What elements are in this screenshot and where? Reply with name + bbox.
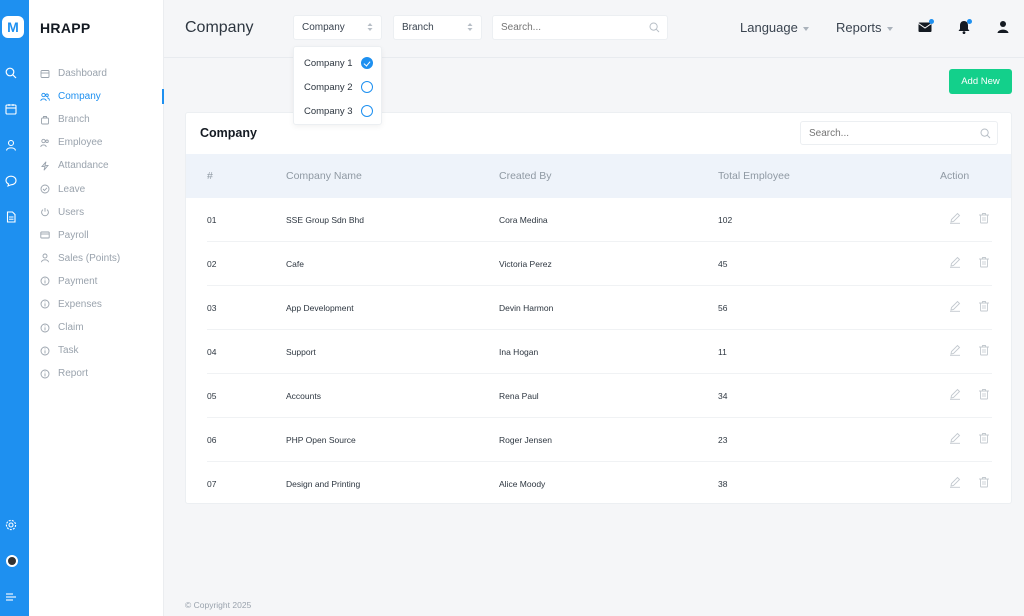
check-circle-icon (40, 184, 50, 194)
trash-icon[interactable] (978, 388, 990, 400)
users-icon (40, 92, 50, 102)
edit-icon[interactable] (949, 300, 961, 312)
company-table-card: Company # Company Name Created By Total … (185, 112, 1012, 504)
menu-icon[interactable] (5, 591, 17, 603)
card-title: Company (200, 126, 257, 140)
trash-icon[interactable] (978, 300, 990, 312)
employee-icon (40, 138, 50, 148)
trash-icon[interactable] (978, 344, 990, 356)
table-row[interactable]: 06 PHP Open Source Roger Jensen 23 (207, 418, 992, 462)
sidebar-item-company[interactable]: Company (29, 85, 164, 108)
add-new-button[interactable]: Add New (949, 69, 1012, 94)
sidebar-nav: Dashboard Company Branch Employee Attand… (29, 62, 164, 385)
edit-icon[interactable] (949, 256, 961, 268)
sidebar-item-report[interactable]: Report (29, 362, 164, 385)
column-header: Action (940, 170, 970, 182)
sidebar-item-branch[interactable]: Branch (29, 108, 164, 131)
sidebar-item-employee[interactable]: Employee (29, 131, 164, 154)
trash-icon[interactable] (978, 476, 990, 488)
notification-dot (967, 19, 972, 24)
sidebar-item-payroll[interactable]: Payroll (29, 224, 164, 247)
power-icon (40, 207, 50, 217)
profile-icon[interactable] (995, 19, 1011, 35)
user-icon[interactable] (5, 139, 17, 151)
table-search-input[interactable] (809, 128, 969, 139)
avatar[interactable] (6, 555, 18, 567)
notification-dot (929, 19, 934, 24)
table-row[interactable]: 07 Design and Printing Alice Moody 38 (207, 462, 992, 506)
table-row[interactable]: 04 Support Ina Hogan 11 (207, 330, 992, 374)
trash-icon[interactable] (978, 212, 990, 224)
footer-copyright: © Copyright 2025 (185, 600, 252, 610)
document-icon[interactable] (5, 211, 17, 223)
edit-icon[interactable] (949, 388, 961, 400)
company-dropdown: Company 1 Company 2 Company 3 (293, 46, 382, 125)
table-header: # Company Name Created By Total Employee… (186, 154, 1011, 198)
column-header[interactable]: Created By (499, 170, 552, 182)
sort-arrows-icon (467, 23, 473, 31)
sidebar-item-dashboard[interactable]: Dashboard (29, 62, 164, 85)
user-icon (40, 253, 50, 263)
sidebar-item-claim[interactable]: Claim (29, 316, 164, 339)
sidebar-item-task[interactable]: Task (29, 339, 164, 362)
company-select[interactable]: Company (293, 15, 382, 40)
branch-icon (40, 115, 50, 125)
company-option-2[interactable]: Company 2 (304, 79, 376, 95)
info-icon (40, 323, 50, 333)
reports-menu[interactable]: Reports (836, 20, 893, 35)
page-title: Company (185, 19, 254, 36)
search-icon[interactable] (5, 67, 17, 79)
branch-select[interactable]: Branch (393, 15, 482, 40)
column-header: # (207, 170, 213, 182)
language-menu[interactable]: Language (740, 20, 809, 35)
bolt-icon (40, 161, 50, 171)
company-option-3[interactable]: Company 3 (304, 103, 376, 119)
search-icon[interactable] (649, 22, 660, 33)
settings-icon[interactable] (5, 519, 17, 531)
info-icon (40, 346, 50, 356)
sidebar-item-payment[interactable]: Payment (29, 270, 164, 293)
header-search-input[interactable] (501, 22, 641, 33)
info-icon (40, 276, 50, 286)
radio-icon[interactable] (361, 105, 373, 117)
brand-name: HRAPP (40, 20, 91, 36)
search-icon[interactable] (980, 128, 991, 139)
app-logo[interactable]: M (2, 16, 24, 38)
sidebar: HRAPP Dashboard Company Branch Employee … (29, 0, 164, 616)
sidebar-item-leave[interactable]: Leave (29, 177, 164, 200)
sidebar-item-sales-points[interactable]: Sales (Points) (29, 247, 164, 270)
checked-radio-icon[interactable] (361, 57, 373, 69)
mail-icon[interactable] (917, 19, 934, 35)
edit-icon[interactable] (949, 212, 961, 224)
column-header[interactable]: Total Employee (718, 170, 790, 182)
sort-arrows-icon (367, 23, 373, 31)
bell-icon[interactable] (956, 19, 972, 35)
trash-icon[interactable] (978, 256, 990, 268)
table-row[interactable]: 02 Cafe Victoria Perez 45 (207, 242, 992, 286)
column-header[interactable]: Company Name (286, 170, 362, 182)
caret-down-icon (886, 26, 893, 31)
edit-icon[interactable] (949, 476, 961, 488)
card-icon (40, 230, 50, 240)
info-icon (40, 299, 50, 309)
table-row[interactable]: 05 Accounts Rena Paul 34 (207, 374, 992, 418)
table-row[interactable]: 03 App Development Devin Harmon 56 (207, 286, 992, 330)
table-row[interactable]: 01 SSE Group Sdn Bhd Cora Medina 102 (207, 198, 992, 242)
sidebar-item-attandance[interactable]: Attandance (29, 154, 164, 177)
caret-down-icon (802, 26, 809, 31)
calendar-icon[interactable] (5, 103, 17, 115)
icon-rail: M (0, 0, 29, 616)
edit-icon[interactable] (949, 432, 961, 444)
info-icon (40, 369, 50, 379)
dashboard-icon (40, 69, 50, 79)
sidebar-item-users[interactable]: Users (29, 201, 164, 224)
radio-icon[interactable] (361, 81, 373, 93)
table-search (800, 121, 998, 145)
company-option-1[interactable]: Company 1 (304, 55, 376, 71)
header-search (492, 15, 668, 40)
sidebar-item-expenses[interactable]: Expenses (29, 293, 164, 316)
trash-icon[interactable] (978, 432, 990, 444)
edit-icon[interactable] (949, 344, 961, 356)
chat-icon[interactable] (5, 175, 17, 187)
